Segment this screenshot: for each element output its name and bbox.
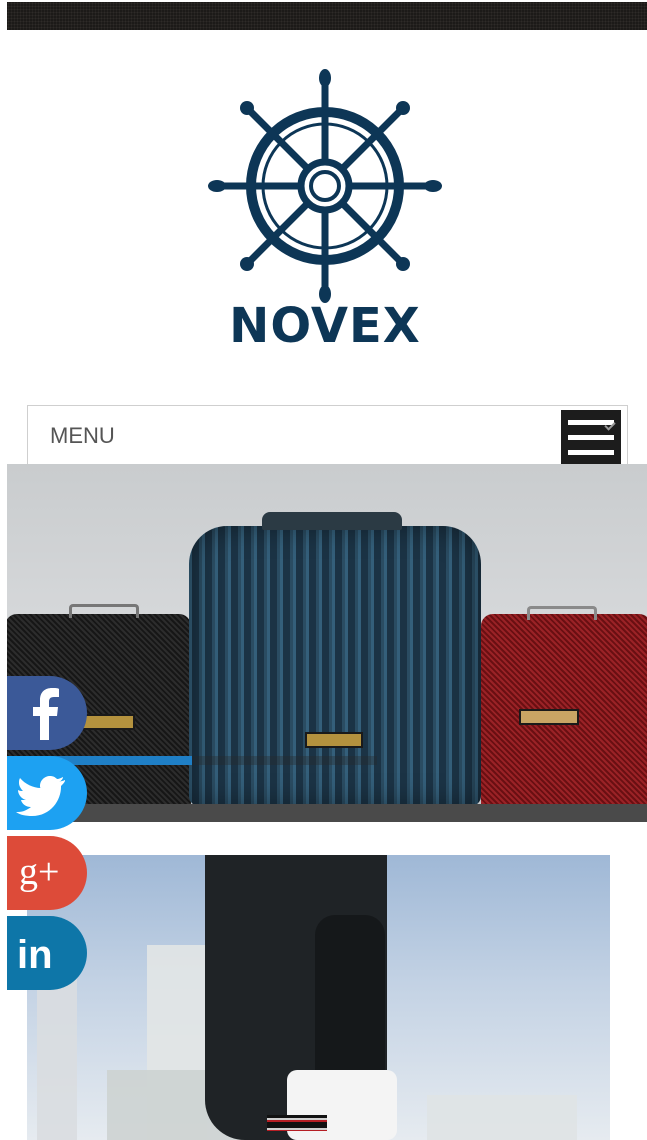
google-plus-icon[interactable]: g+ — [7, 836, 87, 910]
hamburger-line — [568, 435, 614, 440]
twitter-bird-icon[interactable] — [7, 756, 87, 830]
suitcase-handle — [262, 512, 402, 530]
linkedin-icon[interactable]: in — [7, 916, 87, 990]
building — [37, 965, 77, 1140]
linkedin-label: in — [17, 933, 53, 977]
menu-label: MENU — [50, 423, 115, 448]
hero-slider[interactable] — [7, 464, 647, 804]
menu-bar[interactable]: MENU — [27, 405, 628, 465]
hamburger-menu-icon[interactable] — [561, 410, 621, 465]
google-plus-label: g+ — [19, 851, 59, 893]
suitcase-badge — [519, 709, 579, 725]
slider-shelf — [7, 804, 647, 822]
brand-name[interactable]: NOVEX — [190, 298, 460, 354]
facebook-icon[interactable] — [7, 676, 87, 750]
hamburger-line — [568, 450, 614, 455]
suitcase-handle — [527, 606, 597, 620]
top-bar — [7, 2, 647, 30]
fashion-image[interactable] — [27, 855, 610, 1140]
suitcase-badge — [305, 732, 363, 748]
suitcase-badge — [79, 714, 135, 730]
jacket-cuff — [267, 1115, 327, 1131]
suitcase-handle — [69, 604, 139, 618]
building — [427, 1095, 577, 1140]
